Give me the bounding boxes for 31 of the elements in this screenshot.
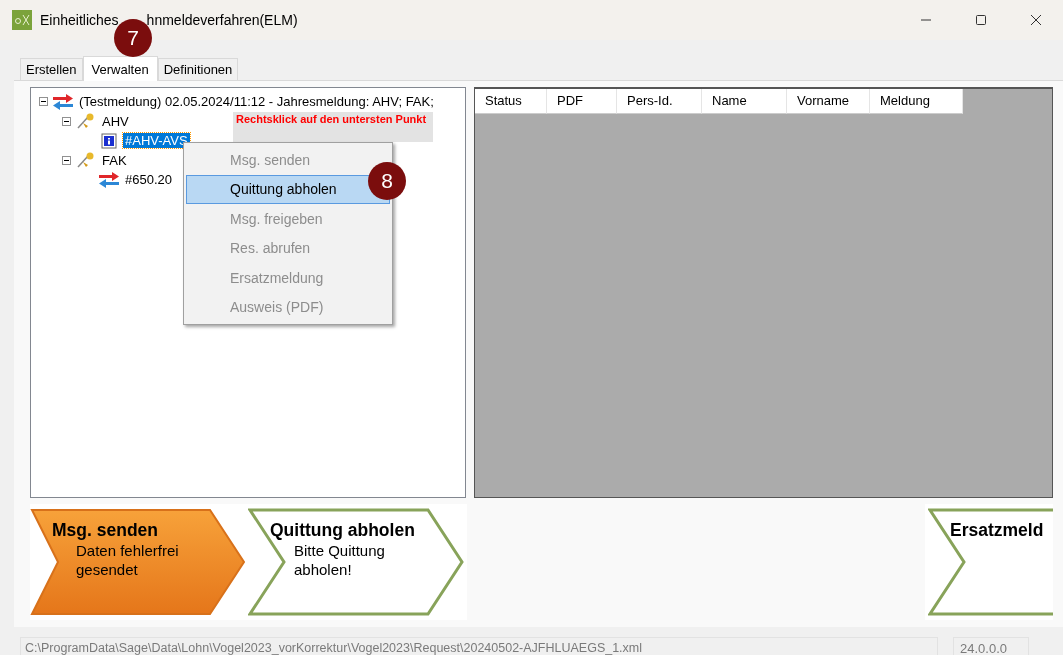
exchange-arrows-icon — [98, 171, 120, 188]
step-title: Msg. senden — [52, 520, 159, 541]
collapse-icon[interactable] — [62, 155, 71, 165]
maximize-icon[interactable] — [974, 14, 987, 26]
app-icon — [12, 10, 32, 30]
tree-item[interactable]: #650.20 — [123, 172, 174, 188]
info-icon — [98, 132, 120, 149]
column-header[interactable]: Status — [475, 89, 547, 114]
column-header[interactable]: Name — [702, 89, 787, 114]
tree-item[interactable]: AHV — [100, 113, 131, 129]
exchange-arrows-icon — [52, 93, 74, 110]
step-title: Ersatzmeld — [950, 520, 1045, 541]
tree-item[interactable]: (Testmeldung) 02.05.2024/11:12 - Jahresmeldung: AHV; FAK; — [77, 94, 436, 110]
collapse-icon[interactable] — [39, 97, 48, 107]
version-field: 24.0.0.0 — [953, 637, 1029, 655]
column-header[interactable]: Pers-Id. — [617, 89, 702, 114]
column-header[interactable]: PDF — [547, 89, 617, 114]
tree-item[interactable]: #AHV-AVS — [123, 133, 190, 149]
tab[interactable]: Erstellen — [20, 58, 83, 80]
file-path-field: C:\ProgramData\Sage\Data\Lohn\Vogel2023_vorKorrektur\Vogel2023\Request\20240502-AJFHLUAEGS_1.xml — [20, 637, 938, 655]
tab[interactable]: Definitionen — [157, 58, 239, 80]
column-header[interactable]: Meldung — [870, 89, 963, 114]
tab[interactable]: Verwalten — [82, 56, 158, 81]
step-title: Quittung abholen — [270, 520, 416, 541]
tooltip: Rechtsklick auf den untersten Punkt — [233, 112, 433, 142]
step-text: Daten fehlerfrei gesendet — [75, 541, 180, 579]
collapse-icon[interactable] — [62, 116, 71, 126]
step-text: Bitte Quittung abholen! — [293, 541, 386, 579]
tree-item[interactable]: FAK — [100, 152, 129, 168]
close-icon[interactable] — [1029, 14, 1042, 26]
column-header[interactable]: Vorname — [787, 89, 870, 114]
